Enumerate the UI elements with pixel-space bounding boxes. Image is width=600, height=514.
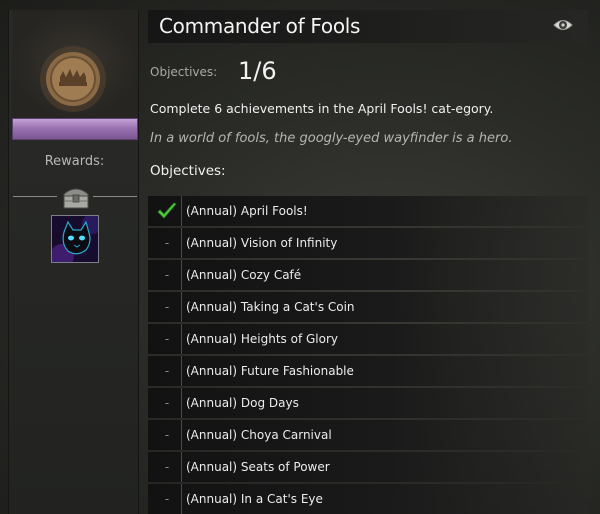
objective-label: (Annual) Seats of Power	[186, 460, 330, 474]
row-separator	[181, 452, 182, 482]
objective-row[interactable]: - (Annual) Dog Days	[148, 388, 588, 418]
row-separator	[181, 324, 182, 354]
row-separator	[181, 228, 182, 258]
rewards-label: Rewards:	[44, 154, 105, 169]
objective-row[interactable]: - (Annual) Choya Carnival	[148, 420, 588, 450]
pending-dash-icon: -	[164, 396, 170, 410]
achievement-flavor-text: In a world of fools, the googly-eyed way…	[150, 131, 513, 146]
cat-mini-icon	[52, 216, 98, 262]
divider-right	[93, 196, 137, 197]
objective-row[interactable]: - (Annual) Heights of Glory	[148, 324, 588, 354]
objective-row[interactable]: (Annual) April Fools!	[148, 196, 588, 226]
achievement-description: Complete 6 achievements in the April Foo…	[150, 101, 494, 116]
eye-icon[interactable]	[552, 16, 574, 34]
achievement-emblem-icon	[40, 46, 106, 112]
divider-left	[13, 196, 57, 197]
objective-label: (Annual) Choya Carnival	[186, 428, 332, 442]
objective-label: (Annual) Heights of Glory	[186, 332, 339, 346]
achievement-icon-frame	[12, 10, 138, 120]
achievement-sidebar: Rewards:	[8, 10, 139, 514]
cat-mini-reward[interactable]	[51, 215, 99, 263]
objective-row[interactable]: - (Annual) Future Fashionable	[148, 356, 588, 386]
row-separator	[181, 260, 182, 290]
objective-label: (Annual) Vision of Infinity	[186, 236, 338, 250]
chest-icon[interactable]	[61, 184, 91, 210]
objective-label: (Annual) In a Cat's Eye	[186, 492, 323, 506]
objective-row[interactable]: - (Annual) Seats of Power	[148, 452, 588, 482]
objective-label: (Annual) Taking a Cat's Coin	[186, 300, 355, 314]
objective-label: (Annual) April Fools!	[186, 204, 308, 218]
objectives-progress-count: 1/6	[238, 57, 277, 85]
row-separator	[181, 292, 182, 322]
row-separator	[181, 356, 182, 386]
achievement-progress-bar	[12, 118, 138, 140]
pending-dash-icon: -	[164, 332, 170, 346]
objectives-progress-label: Objectives:	[150, 65, 218, 79]
objective-row[interactable]: - (Annual) Cozy Café	[148, 260, 588, 290]
achievement-title: Commander of Fools	[159, 14, 361, 38]
pending-dash-icon: -	[164, 268, 170, 282]
pending-dash-icon: -	[164, 492, 170, 506]
row-separator	[181, 196, 182, 226]
row-separator	[181, 484, 182, 514]
pending-dash-icon: -	[164, 460, 170, 474]
pending-dash-icon: -	[164, 428, 170, 442]
checkmark-icon	[156, 196, 178, 226]
objective-row[interactable]: - (Annual) In a Cat's Eye	[148, 484, 588, 514]
objective-label: (Annual) Future Fashionable	[186, 364, 354, 378]
objective-row[interactable]: - (Annual) Vision of Infinity	[148, 228, 588, 258]
pending-dash-icon: -	[164, 364, 170, 378]
row-separator	[181, 388, 182, 418]
objective-row[interactable]: - (Annual) Taking a Cat's Coin	[148, 292, 588, 322]
objective-label: (Annual) Dog Days	[186, 396, 299, 410]
achievement-header: Commander of Fools	[148, 10, 588, 43]
objectives-list: (Annual) April Fools! - (Annual) Vision …	[148, 196, 588, 514]
checkmark-glyph	[157, 202, 177, 219]
pending-dash-icon: -	[164, 300, 170, 314]
row-separator	[181, 420, 182, 450]
pending-dash-icon: -	[164, 236, 170, 250]
objectives-heading: Objectives:	[150, 163, 226, 179]
objective-label: (Annual) Cozy Café	[186, 268, 302, 282]
